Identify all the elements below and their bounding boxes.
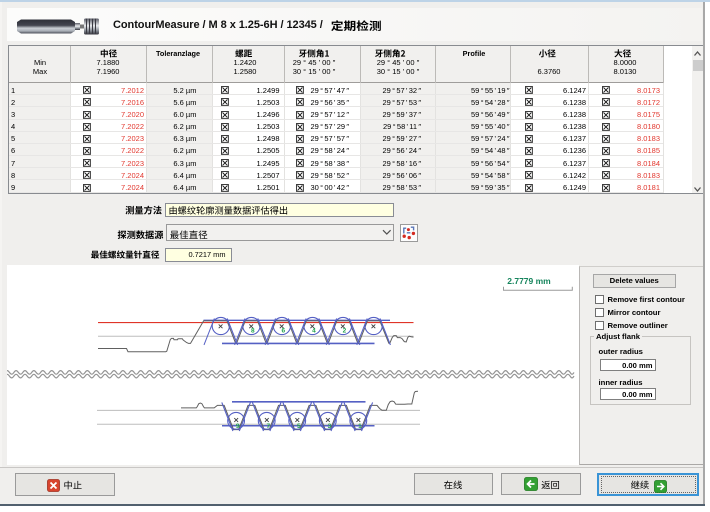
svg-text:6: 6: [281, 328, 285, 335]
svg-text:3: 3: [328, 423, 332, 430]
svg-text:4: 4: [312, 328, 316, 335]
svg-text:9: 9: [236, 423, 240, 430]
svg-text:7: 7: [266, 423, 270, 430]
svg-text:1: 1: [358, 423, 362, 430]
svg-text:2.7779 mm: 2.7779 mm: [507, 276, 551, 286]
svg-text:8: 8: [251, 328, 255, 335]
svg-text:2: 2: [343, 328, 347, 335]
svg-text:5: 5: [297, 423, 301, 430]
